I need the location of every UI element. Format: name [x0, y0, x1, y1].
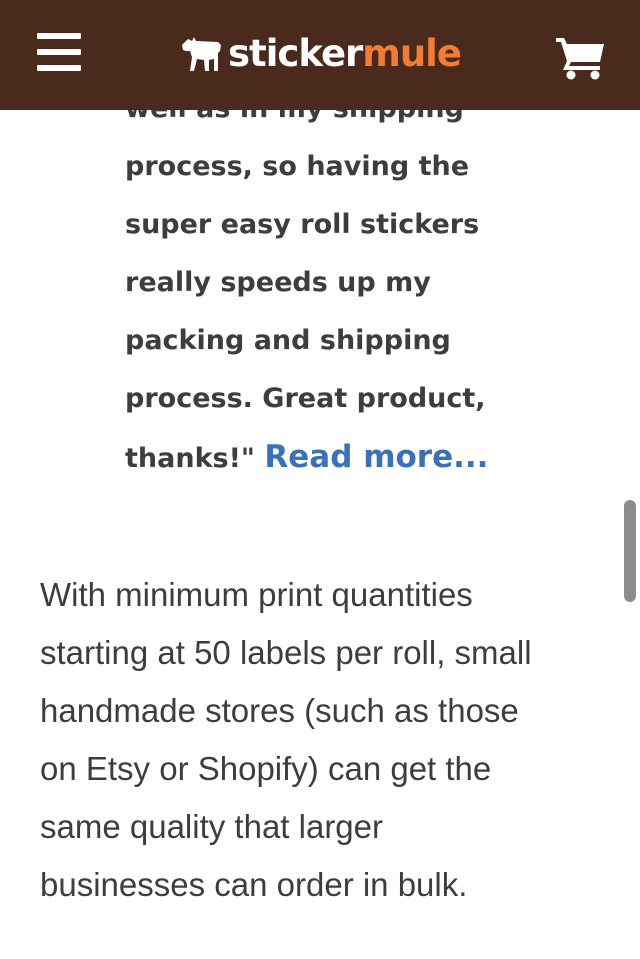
quote-line: really speeds up my [125, 267, 431, 298]
shopping-cart-icon[interactable] [556, 34, 606, 80]
quote-line: super easy roll stickers [125, 209, 480, 240]
logo-wordmark: stickermule [228, 31, 462, 75]
logo-sticker-text: sticker [228, 31, 363, 75]
hamburger-menu-icon[interactable] [37, 33, 81, 71]
paragraph-line: starting at 50 labels per roll, small [40, 634, 532, 671]
vertical-scrollbar[interactable] [624, 500, 636, 602]
quote-line: process. Great product, [125, 383, 486, 414]
page: well as in my shipping process, so havin… [0, 0, 640, 959]
mule-icon [182, 37, 221, 71]
stickermule-logo[interactable]: stickermule [180, 28, 462, 78]
paragraph-line: With minimum print quantities [40, 576, 473, 613]
quote-line: packing and shipping [125, 325, 451, 356]
quote-end-text: thanks!" [125, 443, 255, 474]
quote-line: process, so having the [125, 151, 470, 182]
quote-line-last: thanks!" Read more... [125, 428, 545, 488]
paragraph-line: same quality that larger [40, 808, 384, 845]
testimonial-quote: well as in my shipping process, so havin… [125, 80, 545, 488]
logo-mule-text: mule [362, 31, 462, 75]
top-header: stickermule [0, 0, 640, 110]
paragraph-line: businesses can order in bulk. [40, 866, 468, 903]
read-more-link[interactable]: Read more... [264, 439, 488, 475]
body-paragraph: With minimum print quantities starting a… [40, 566, 610, 914]
paragraph-line: handmade stores (such as those [40, 692, 519, 729]
paragraph-line: on Etsy or Shopify) can get the [40, 750, 492, 787]
